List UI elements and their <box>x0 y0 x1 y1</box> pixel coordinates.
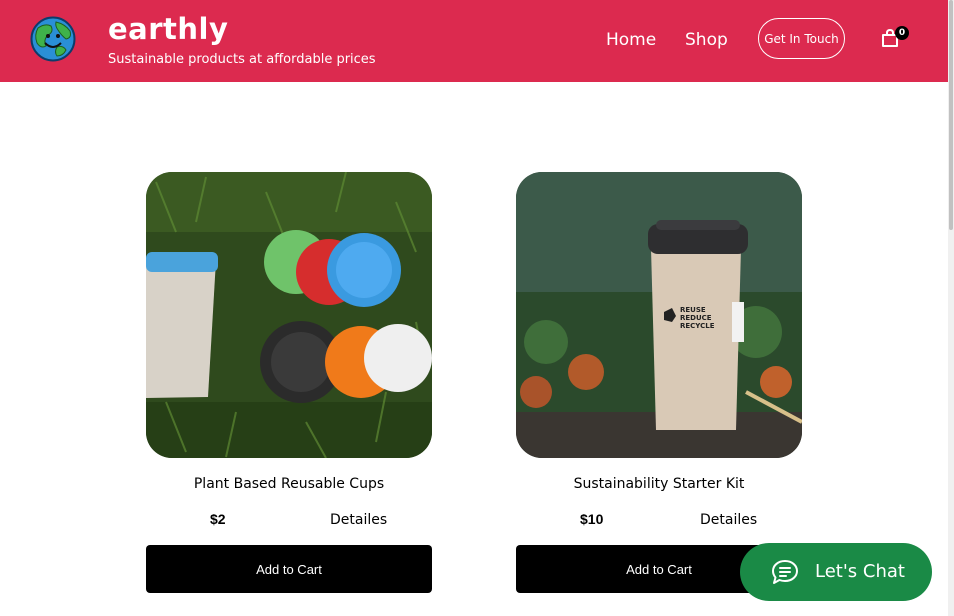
svg-text:RECYCLE: RECYCLE <box>680 322 715 330</box>
product-title[interactable]: Plant Based Reusable Cups <box>146 476 432 492</box>
get-in-touch-button[interactable]: Get In Touch <box>758 18 845 59</box>
product-title[interactable]: Sustainability Starter Kit <box>516 476 802 492</box>
lets-chat-label: Let's Chat <box>815 561 905 582</box>
product-details-link[interactable]: Detailes <box>330 512 387 528</box>
lets-chat-button[interactable]: Let's Chat <box>740 543 932 601</box>
product-details-link[interactable]: Detailes <box>700 512 757 528</box>
product-image-starter-kit[interactable]: REUSE REDUCE RECYCLE <box>516 172 802 458</box>
add-to-cart-button[interactable]: Add to Cart <box>146 545 432 593</box>
nav-home-link[interactable]: Home <box>606 30 656 50</box>
product-image-reusable-cups[interactable] <box>146 172 432 458</box>
chat-bubble-icon <box>772 560 798 584</box>
brand-name[interactable]: earthly <box>108 12 228 46</box>
earth-logo-icon[interactable] <box>30 16 76 62</box>
nav-shop-link[interactable]: Shop <box>685 30 728 50</box>
brand-tagline: Sustainable products at affordable price… <box>108 52 376 67</box>
svg-text:REUSE: REUSE <box>680 306 706 314</box>
scrollbar-thumb[interactable] <box>949 0 953 230</box>
product-price: $2 <box>210 511 226 527</box>
product-card: Plant Based Reusable Cups $2 Detailes Ad… <box>146 172 432 593</box>
site-header: earthly Sustainable products at affordab… <box>0 0 948 82</box>
page-scrollbar[interactable] <box>948 0 954 616</box>
cart-count-badge: 0 <box>895 26 909 40</box>
product-price: $10 <box>580 511 604 527</box>
svg-text:REDUCE: REDUCE <box>680 314 712 322</box>
product-card: REUSE REDUCE RECYCLE Sustainability Star… <box>516 172 802 593</box>
